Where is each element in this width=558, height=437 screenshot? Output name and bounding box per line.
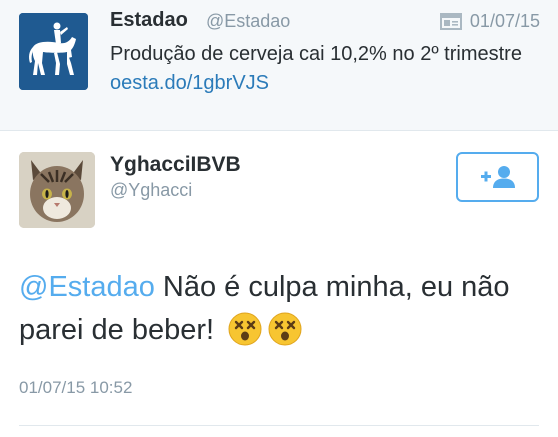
quoted-date: 01/07/15 <box>469 11 540 31</box>
horse-rider-logo-icon[interactable] <box>19 13 88 90</box>
quoted-tweet-text: Produção de cerveja cai 10,2% no 2º trim… <box>110 40 540 98</box>
dizzy-face-icon <box>228 312 262 346</box>
quoted-author-handle[interactable]: @Estadao <box>206 11 290 32</box>
cat-avatar-icon[interactable] <box>19 152 95 228</box>
quoted-author-name[interactable]: Estadao <box>110 9 188 32</box>
follow-button[interactable] <box>456 152 539 202</box>
quoted-tweet[interactable]: Estadao @Estadao 01/07/15 Produção de ce… <box>0 0 558 131</box>
add-user-icon <box>480 166 515 188</box>
mention-link[interactable]: @Estadao <box>19 271 155 303</box>
author-handle[interactable]: @Yghacci <box>110 180 192 201</box>
quoted-text-body: Produção de cerveja cai 10,2% no 2º trim… <box>110 43 522 65</box>
tweet-text: @Estadao Não é culpa minha, eu não parei… <box>19 266 539 352</box>
tweet-timestamp[interactable]: 01/07/15 10:52 <box>19 378 132 398</box>
quoted-tweet-link[interactable]: oesta.do/1gbrVJS <box>110 72 269 94</box>
author-name[interactable]: YghacciIBVB <box>110 153 241 177</box>
dizzy-face-icon <box>268 312 302 346</box>
summary-card-icon <box>439 13 462 30</box>
quoted-date-group: 01/07/15 <box>439 11 540 32</box>
divider <box>19 425 539 426</box>
